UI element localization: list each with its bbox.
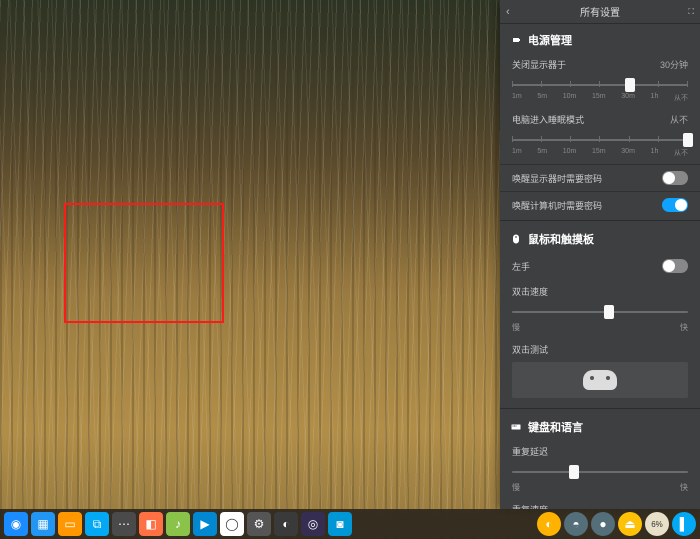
controller-icon <box>583 370 617 390</box>
music-icon[interactable]: ♪ <box>166 512 190 536</box>
wake-display-pw-toggle[interactable] <box>662 171 688 185</box>
tray4-icon[interactable]: ▌ <box>672 512 696 536</box>
video-icon[interactable]: ▶ <box>193 512 217 536</box>
app1-icon[interactable]: ⧉ <box>85 512 109 536</box>
app3-icon[interactable]: ◐ <box>274 512 298 536</box>
files-icon[interactable]: ▭ <box>58 512 82 536</box>
wake-computer-pw-toggle[interactable] <box>662 198 688 212</box>
launcher-icon[interactable]: ◉ <box>4 512 28 536</box>
tray1-icon[interactable]: ◐ <box>537 512 561 536</box>
left-hand-row[interactable]: 左手 <box>500 253 700 279</box>
settings-panel: ‹ 所有设置 ⛶ 电源管理 关闭显示器于 30分钟 1m5m10m15m30m1… <box>500 0 700 509</box>
app4-icon[interactable]: ◎ <box>301 512 325 536</box>
section-power: 电源管理 <box>500 24 700 54</box>
section-keyboard: 键盘和语言 <box>500 411 700 441</box>
power-icon <box>510 34 522 46</box>
selection-box <box>64 203 224 323</box>
repeat-delay-label: 重复延迟 <box>500 441 700 462</box>
dbl-test-box[interactable] <box>512 362 688 398</box>
store-icon[interactable]: ◧ <box>139 512 163 536</box>
mouse-icon <box>510 233 522 245</box>
dbl-speed-slider[interactable]: 慢 快 <box>500 302 700 339</box>
dbl-speed-label: 双击速度 <box>500 279 700 302</box>
wake-computer-pw-row[interactable]: 唤醒计算机时需要密码 <box>500 191 700 218</box>
section-mouse: 鼠标和触摸板 <box>500 223 700 253</box>
panel-body[interactable]: 电源管理 关闭显示器于 30分钟 1m5m10m15m30m1h从不 电脑进入睡… <box>500 24 700 509</box>
tray3-icon[interactable]: ● <box>591 512 615 536</box>
panel-header: ‹ 所有设置 ⛶ <box>500 0 700 24</box>
dbl-test-area: 双击测试 <box>500 339 700 406</box>
taskbar: ◉▦▭⧉⋯◧♪▶◯⚙◐◎◙ ◐◓●⏏6%▌ <box>0 509 700 539</box>
disk-icon[interactable]: 6% <box>645 512 669 536</box>
turnoff-display-slider[interactable]: 1m5m10m15m30m1h从不 <box>500 75 700 109</box>
repeat-rate-label: 重复速度 <box>500 499 700 509</box>
tray2-icon[interactable]: ◓ <box>564 512 588 536</box>
panel-title: 所有设置 <box>580 4 620 19</box>
chrome-icon[interactable]: ◯ <box>220 512 244 536</box>
app2-icon[interactable]: ⋯ <box>112 512 136 536</box>
turnoff-display-row: 关闭显示器于 30分钟 <box>500 54 700 75</box>
back-icon[interactable]: ‹ <box>506 6 510 18</box>
sleep-row: 电脑进入睡眠模式 从不 <box>500 109 700 130</box>
expand-icon[interactable]: ⛶ <box>688 7 694 17</box>
eject-icon[interactable]: ⏏ <box>618 512 642 536</box>
sleep-slider[interactable]: 1m5m10m15m30m1h从不 <box>500 130 700 164</box>
settings-icon[interactable]: ⚙ <box>247 512 271 536</box>
keyboard-icon <box>510 421 522 433</box>
wake-display-pw-row[interactable]: 唤醒显示器时需要密码 <box>500 164 700 191</box>
left-hand-toggle[interactable] <box>662 259 688 273</box>
camera-icon[interactable]: ◙ <box>328 512 352 536</box>
repeat-delay-slider[interactable]: 慢 快 <box>500 462 700 499</box>
workspace-icon[interactable]: ▦ <box>31 512 55 536</box>
